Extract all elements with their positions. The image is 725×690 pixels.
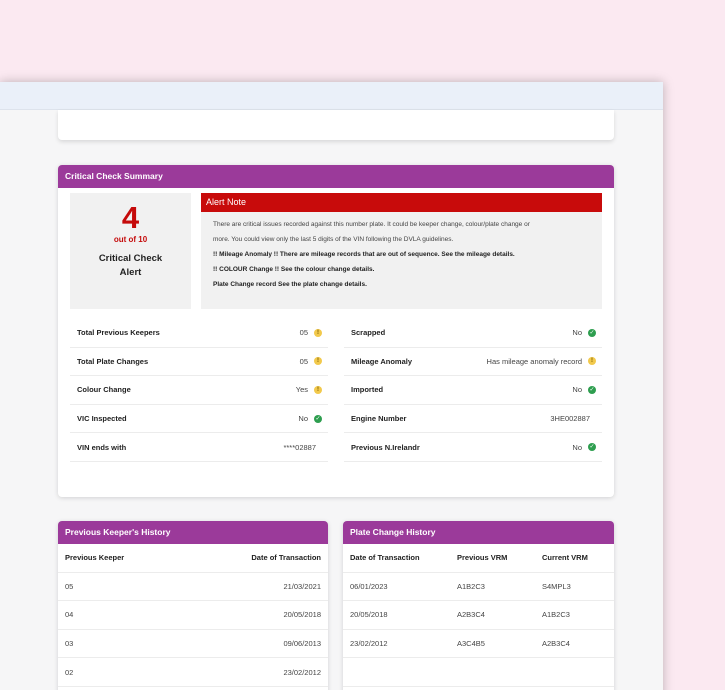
check-value: No — [572, 442, 582, 452]
card-title: Plate Change History — [343, 521, 614, 544]
check-row: Total Plate Changes 05 ! — [70, 348, 328, 377]
check-icon: ✓ — [588, 443, 596, 452]
column-header-keeper: Previous Keeper — [65, 553, 125, 563]
table-header-row: Date of Transaction Previous VRM Current… — [343, 544, 614, 573]
table-row: 05 21/03/2021 — [58, 573, 328, 602]
check-label: Engine Number — [351, 414, 407, 424]
current-vrm-cell: S4MPL3 — [542, 581, 571, 591]
table-row: 06/01/2023 A1B2C3 S4MPL3 — [343, 573, 614, 602]
previous-vrm-cell: A1B2C3 — [457, 581, 485, 591]
column-header-date: Date of Transaction — [251, 553, 321, 563]
previous-vrm-cell: A2B3C4 — [457, 610, 485, 620]
note-line: more. You could view only the last 5 dig… — [213, 236, 454, 243]
table-row: 03 09/06/2013 — [58, 630, 328, 659]
check-label: Total Previous Keepers — [77, 328, 160, 338]
critical-check-summary-card: Critical Check Summary 4 out of 10 Criti… — [58, 165, 614, 497]
keeper-history-card: Previous Keeper's History Previous Keepe… — [58, 521, 328, 690]
check-column-right: Scrapped No ✓ Mileage Anomaly Has mileag… — [344, 319, 602, 462]
alert-label: Critical Check Alert — [98, 253, 163, 278]
column-header-previous-vrm: Previous VRM — [457, 553, 508, 563]
check-value: 05 — [299, 356, 308, 366]
page-canvas: Critical Check Summary 4 out of 10 Criti… — [0, 110, 663, 690]
keeper-cell: 02 — [65, 667, 74, 677]
previous-section-card — [58, 110, 614, 140]
note-line-mileage: !! Mileage Anomaly !! There are mileage … — [213, 251, 515, 258]
keeper-cell: 04 — [65, 610, 74, 620]
check-value: No — [298, 414, 308, 424]
plate-change-history-card: Plate Change History Date of Transaction… — [343, 521, 614, 690]
alert-note-body: There are critical issues recorded again… — [201, 212, 602, 292]
current-vrm-cell: A1B2C3 — [542, 610, 570, 620]
alert-count: 4 — [121, 200, 140, 235]
card-title: Previous Keeper's History — [58, 521, 328, 544]
check-value: Has mileage anomaly record — [486, 356, 582, 366]
warning-icon: ! — [314, 357, 322, 366]
check-label: VIN ends with — [77, 442, 127, 452]
table-row: 20/05/2018 A2B3C4 A1B2C3 — [343, 601, 614, 630]
alert-note-title: Alert Note — [201, 193, 602, 212]
table-row: 23/02/2012 A3C4B5 A2B3C4 — [343, 630, 614, 659]
date-cell: 09/06/2013 — [283, 639, 321, 649]
keeper-cell: 05 — [65, 581, 74, 591]
table-header-row: Previous Keeper Date of Transaction — [58, 544, 328, 573]
check-value: Yes — [295, 385, 308, 395]
alert-note: Alert Note There are critical issues rec… — [201, 193, 602, 309]
table-row: 02 23/02/2012 — [58, 658, 328, 687]
note-line-colour: !! COLOUR Change !! See the colour chang… — [213, 266, 375, 273]
check-label: Scrapped — [351, 328, 386, 338]
keeper-cell: 03 — [65, 639, 74, 649]
check-row: Mileage Anomaly Has mileage anomaly reco… — [344, 348, 602, 377]
check-label: Mileage Anomaly — [351, 356, 412, 366]
check-row: Colour Change Yes ! — [70, 376, 328, 405]
check-row: Engine Number 3HE002887 — [344, 405, 602, 434]
check-row: Imported No ✓ — [344, 376, 602, 405]
date-cell: 20/05/2018 — [350, 610, 388, 620]
check-value: 3HE002887 — [550, 414, 590, 424]
alert-out-of: out of 10 — [113, 235, 148, 244]
critical-alert-box: 4 out of 10 Critical Check Alert — [70, 193, 191, 309]
check-icon: ✓ — [588, 385, 596, 394]
date-cell: 06/01/2023 — [350, 581, 388, 591]
previous-vrm-cell: A3C4B5 — [457, 639, 485, 649]
column-header-date: Date of Transaction — [350, 553, 420, 563]
check-row: Scrapped No ✓ — [344, 319, 602, 348]
check-column-left: Total Previous Keepers 05 ! Total Plate … — [70, 319, 328, 462]
note-line-plate: Plate Change record See the plate change… — [213, 281, 367, 288]
check-row: VIC Inspected No ✓ — [70, 405, 328, 434]
warning-icon: ! — [588, 357, 596, 366]
check-row: Previous N.Irelandr No ✓ — [344, 433, 602, 462]
table-row: 04 20/05/2018 — [58, 601, 328, 630]
check-icon: ✓ — [314, 414, 322, 423]
check-row: Total Previous Keepers 05 ! — [70, 319, 328, 348]
column-header-current-vrm: Current VRM — [542, 553, 588, 563]
browser-top-bar — [0, 82, 663, 110]
check-label: VIC Inspected — [77, 414, 127, 424]
table-row — [343, 658, 614, 687]
check-value: ****02887 — [283, 442, 316, 452]
check-value: 05 — [299, 328, 308, 338]
check-value: No — [572, 385, 582, 395]
date-cell: 23/02/2012 — [283, 667, 321, 677]
date-cell: 23/02/2012 — [350, 639, 388, 649]
check-row: VIN ends with ****02887 — [70, 433, 328, 462]
warning-icon: ! — [314, 328, 322, 337]
check-value: No — [572, 328, 582, 338]
check-label: Colour Change — [77, 385, 131, 395]
card-title: Critical Check Summary — [58, 165, 614, 188]
note-line: There are critical issues recorded again… — [213, 221, 530, 228]
date-cell: 21/03/2021 — [283, 581, 321, 591]
check-label: Previous N.Irelandr — [351, 442, 420, 452]
warning-icon: ! — [314, 385, 322, 394]
check-icon: ✓ — [588, 328, 596, 337]
date-cell: 20/05/2018 — [283, 610, 321, 620]
current-vrm-cell: A2B3C4 — [542, 639, 570, 649]
browser-window: Critical Check Summary 4 out of 10 Criti… — [0, 82, 663, 690]
check-label: Total Plate Changes — [77, 356, 149, 366]
check-label: Imported — [351, 385, 384, 395]
